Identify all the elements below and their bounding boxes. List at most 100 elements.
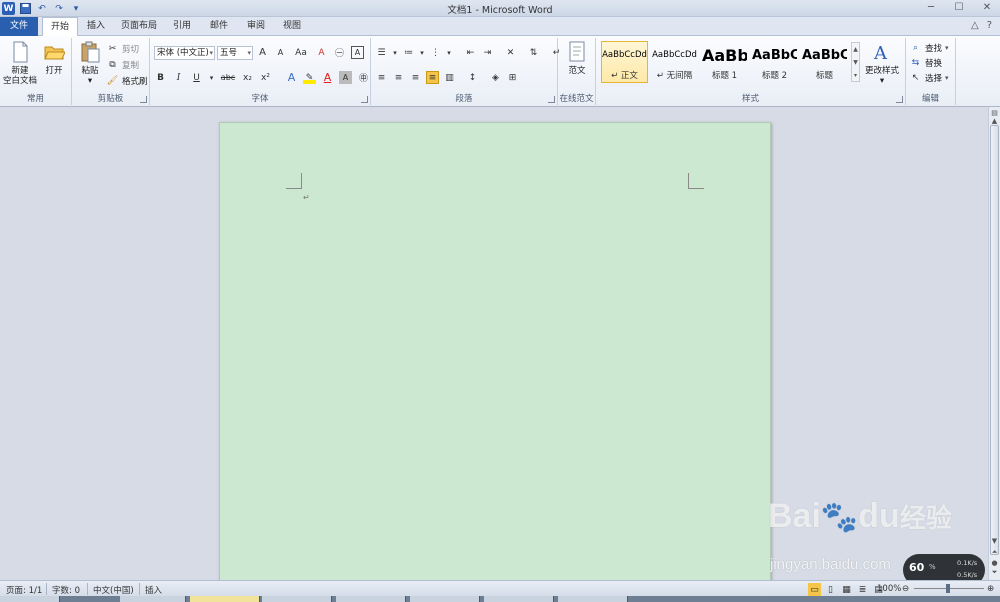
increase-indent-icon[interactable]: ⇥ xyxy=(481,46,494,59)
highlight-icon[interactable]: ✎ xyxy=(303,71,316,84)
chevron-down-icon[interactable]: ▾ xyxy=(446,46,452,59)
superscript-icon[interactable]: x² xyxy=(259,71,272,84)
maximize-icon[interactable]: ☐ xyxy=(950,0,968,15)
language[interactable]: 中文(中国) xyxy=(93,584,134,596)
tab-review[interactable]: 审阅 xyxy=(242,17,270,36)
tab-view[interactable]: 视图 xyxy=(278,17,306,36)
style-heading-1[interactable]: AaBb 标题 1 xyxy=(701,41,748,83)
close-icon[interactable]: ✕ xyxy=(978,0,996,15)
replace-icon: ⇆ xyxy=(911,57,920,68)
page-count[interactable]: 页面: 1/1 xyxy=(6,584,42,596)
align-right-icon[interactable]: ≡ xyxy=(409,71,422,84)
tab-mailings[interactable]: 邮件 xyxy=(205,17,233,36)
taskbar-item[interactable] xyxy=(0,596,60,602)
numbering-icon[interactable]: ≔ xyxy=(402,46,415,59)
underline-icon[interactable]: U xyxy=(190,71,203,84)
sample-button[interactable]: 范文 xyxy=(562,41,592,76)
chevron-down-icon[interactable]: ▾ xyxy=(419,46,425,59)
paste-dropdown-icon[interactable]: ▾ xyxy=(76,76,104,86)
chevron-down-icon[interactable]: ▾ xyxy=(392,46,398,59)
cut-button[interactable]: ✂ 剪切 xyxy=(106,42,139,55)
multilevel-list-icon[interactable]: ⋮ xyxy=(429,46,442,59)
align-center-icon[interactable]: ≡ xyxy=(392,71,405,84)
taskbar-item[interactable] xyxy=(120,596,186,602)
open-button[interactable]: 打开 xyxy=(40,41,68,76)
change-styles-button[interactable]: A 更改样式 ▾ xyxy=(862,41,902,86)
paragraph-launcher-icon[interactable] xyxy=(548,96,555,103)
text-effects-icon[interactable]: A xyxy=(285,71,298,84)
change-styles-dropdown-icon[interactable]: ▾ xyxy=(862,76,902,86)
clipboard-launcher-icon[interactable] xyxy=(140,96,147,103)
font-color-icon[interactable]: A xyxy=(321,71,334,84)
clear-formatting-icon[interactable]: A xyxy=(315,46,328,59)
zoom-slider-thumb[interactable] xyxy=(946,584,950,593)
insert-mode[interactable]: 插入 xyxy=(145,584,162,596)
styles-gallery-scroll[interactable]: ▲ ▼ ▾ xyxy=(851,42,860,82)
style-heading-2[interactable]: AaBbC 标题 2 xyxy=(751,41,798,83)
select-button[interactable]: ↖ 选择 ▾ xyxy=(909,71,949,84)
tab-insert[interactable]: 插入 xyxy=(82,17,110,36)
change-case-icon[interactable]: Aa xyxy=(292,46,310,59)
outline-icon[interactable]: ≣ xyxy=(856,583,869,596)
shrink-font-icon[interactable]: A xyxy=(274,46,287,59)
line-spacing-icon[interactable]: ↕ xyxy=(466,71,479,84)
word-count[interactable]: 字数: 0 xyxy=(52,584,80,596)
print-layout-icon[interactable]: ▭ xyxy=(808,583,821,596)
justify-icon[interactable]: ≡ xyxy=(426,71,439,84)
new-blank-document-button[interactable]: 新建 空白文档 xyxy=(2,41,38,86)
vertical-scrollbar[interactable]: ▤ ▲ ▼ ⏶ ● ⏷ xyxy=(988,107,1000,580)
scrollbar-thumb[interactable] xyxy=(990,125,999,555)
grow-font-icon[interactable]: A xyxy=(256,46,269,59)
next-page-icon[interactable]: ⏷ xyxy=(989,567,1000,578)
bullets-icon[interactable]: ☰ xyxy=(375,46,388,59)
font-name-combo[interactable]: 宋体 (中文正) ▾ xyxy=(154,46,215,60)
tab-file[interactable]: 文件 xyxy=(0,17,38,36)
style-title[interactable]: AaBbC 标题 xyxy=(801,41,848,83)
font-launcher-icon[interactable] xyxy=(361,96,368,103)
help-icon[interactable]: ? xyxy=(987,20,992,31)
full-screen-reading-icon[interactable]: ▯ xyxy=(824,583,837,596)
character-border-icon[interactable]: A xyxy=(351,46,364,59)
minimize-icon[interactable]: ─ xyxy=(922,0,940,15)
zoom-out-icon[interactable]: ⊖ xyxy=(902,584,909,594)
taskbar-item[interactable] xyxy=(484,596,554,602)
strikethrough-icon[interactable]: abc xyxy=(220,71,236,84)
tab-page-layout[interactable]: 页面布局 xyxy=(116,17,162,36)
minimize-ribbon-icon[interactable]: △ xyxy=(971,20,979,31)
taskbar-item[interactable] xyxy=(558,596,628,602)
decrease-indent-icon[interactable]: ⇤ xyxy=(464,46,477,59)
tab-home[interactable]: 开始 xyxy=(42,17,78,37)
zoom-level[interactable]: 100% xyxy=(877,584,901,594)
character-shading-icon[interactable]: A xyxy=(339,71,352,84)
document-page[interactable]: ↵ xyxy=(219,122,771,582)
font-size-combo[interactable]: 五号 ▾ xyxy=(217,46,253,60)
distributed-icon[interactable]: ▥ xyxy=(443,71,456,84)
subscript-icon[interactable]: x₂ xyxy=(241,71,254,84)
phonetic-guide-icon[interactable]: ㊀ xyxy=(333,46,346,59)
bold-icon[interactable]: B xyxy=(154,71,167,84)
shading-icon[interactable]: ◈ xyxy=(489,71,502,84)
underline-dropdown-icon[interactable]: ▾ xyxy=(208,71,215,84)
web-layout-icon[interactable]: ▦ xyxy=(840,583,853,596)
format-painter-button[interactable]: 🖌 格式刷 xyxy=(106,74,148,87)
taskbar-item-active[interactable] xyxy=(190,596,260,602)
zoom-in-icon[interactable]: ⊕ xyxy=(987,584,994,594)
style-no-spacing[interactable]: AaBbCcDd ↵ 无间隔 xyxy=(651,41,698,83)
styles-launcher-icon[interactable] xyxy=(896,96,903,103)
chinese-layout-icon[interactable]: ✕ xyxy=(504,46,517,59)
style-normal[interactable]: AaBbCcDd ↵ 正文 xyxy=(601,41,648,83)
tab-references[interactable]: 引用 xyxy=(168,17,196,36)
scroll-down-icon[interactable]: ▼ xyxy=(989,535,1000,546)
borders-icon[interactable]: ⊞ xyxy=(506,71,519,84)
taskbar-item[interactable] xyxy=(410,596,480,602)
italic-icon[interactable]: I xyxy=(172,71,185,84)
enclose-characters-icon[interactable]: ㊥ xyxy=(357,71,370,84)
taskbar-item[interactable] xyxy=(336,596,406,602)
sort-icon[interactable]: ⇅ xyxy=(527,46,540,59)
replace-button[interactable]: ⇆ 替换 xyxy=(909,56,942,69)
align-left-icon[interactable]: ≡ xyxy=(375,71,388,84)
find-button[interactable]: ⌕ 查找 ▾ xyxy=(909,41,949,54)
paste-button[interactable]: 粘贴 ▾ xyxy=(76,41,104,86)
taskbar-item[interactable] xyxy=(262,596,332,602)
copy-button[interactable]: ⧉ 复制 xyxy=(106,58,139,71)
